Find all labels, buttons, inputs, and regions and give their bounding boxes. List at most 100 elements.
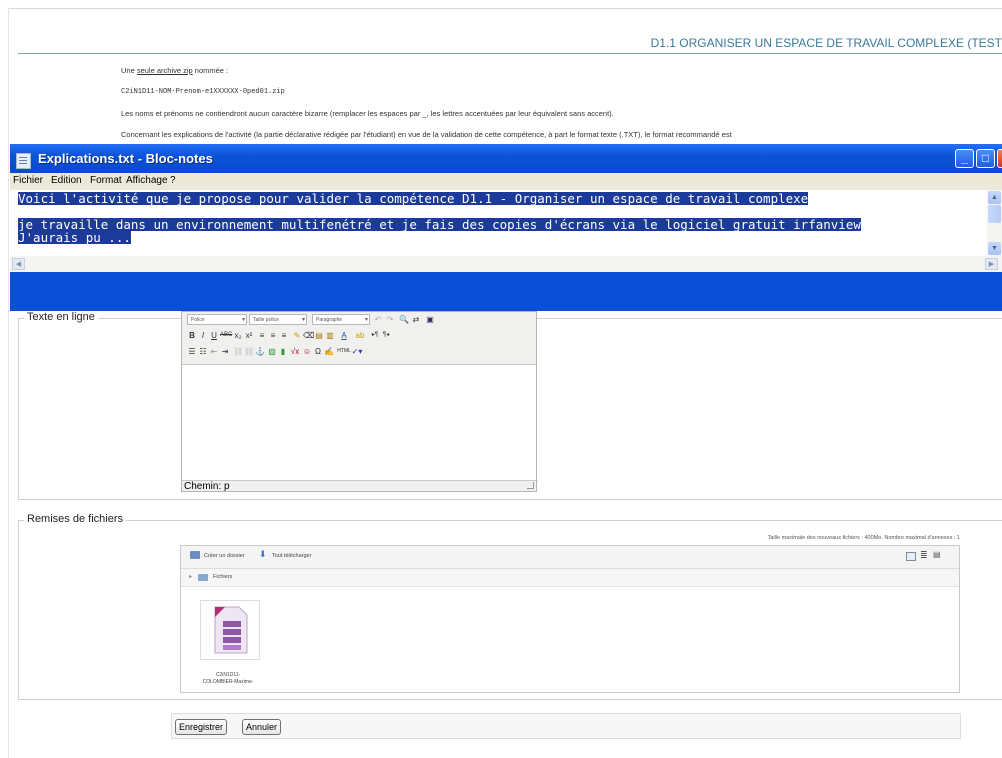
menu-affichage[interactable]: Affichage (126, 175, 168, 186)
text-line-2: je travaille dans un environnement multi… (18, 217, 861, 232)
instruction-line-3: Les noms et prénoms ne contiendront aucu… (121, 109, 614, 118)
underline-icon[interactable]: U (209, 330, 219, 341)
media-icon[interactable]: ▮ (278, 346, 288, 357)
replace-icon[interactable]: ⇄ (410, 314, 422, 325)
file-name-line-1: C2iN1D11- (215, 672, 241, 678)
close-button[interactable]: ✕ (997, 149, 1002, 168)
vertical-scrollbar[interactable]: ▲ ▼ (987, 190, 1002, 256)
instruction-line-4: Concernant les explications de l'activit… (121, 130, 732, 139)
redo-icon[interactable]: ↷ (384, 314, 396, 325)
indent-icon[interactable]: ⇥ (220, 346, 230, 357)
format-dropdown[interactable]: Paragraphe (312, 314, 370, 326)
notepad-text-area[interactable]: Voici l'activité que je propose pour val… (10, 190, 987, 256)
save-button[interactable]: Enregistrer (175, 719, 228, 735)
horizontal-scrollbar[interactable]: ◀ ▶ (10, 256, 1002, 272)
list-view-icon[interactable]: ≣ (920, 550, 928, 561)
unlink-icon[interactable]: ⛓ (244, 346, 254, 357)
instruction-text: Une (121, 66, 137, 75)
size-dropdown[interactable]: Taille police (249, 314, 307, 326)
editor-toolbar-row-3: ☰ ☷ ⇤ ⇥ ⛓ ⛓ ⚓ ▨ ▮ √x ☺ Ω ✍ HTML ✓▾ (185, 346, 533, 360)
editor-content-area[interactable] (182, 364, 536, 480)
scroll-thumb[interactable] (988, 205, 1001, 223)
equation-icon[interactable]: √x (289, 346, 301, 357)
align-center-icon[interactable]: ≡ (268, 330, 278, 341)
text-line-3: J'aurais pu ... (18, 230, 131, 245)
menu-help[interactable]: ? (170, 175, 176, 186)
expand-icon[interactable]: ▸ (189, 573, 192, 580)
link-icon[interactable]: ⛓ (233, 346, 243, 357)
outdent-icon[interactable]: ⇤ (209, 346, 219, 357)
page-heading-text: D1.1 ORGANISER UN ESPACE DE TRAVAIL COMP… (650, 36, 1002, 50)
page-heading: D1.1 ORGANISER UN ESPACE DE TRAVAIL COMP… (18, 36, 1002, 54)
folder-add-icon[interactable] (190, 551, 200, 559)
html-icon[interactable]: HTML (337, 346, 351, 357)
file-manager-path: ▸ Fichiers (181, 569, 959, 587)
minimize-button[interactable]: _ (955, 149, 974, 168)
archive-icon (214, 606, 248, 654)
bullet-list-icon[interactable]: ☰ (187, 346, 197, 357)
notepad-titlebar[interactable]: Explications.txt - Bloc-notes _ □ ✕ (10, 145, 1002, 173)
italic-icon[interactable]: I (198, 330, 208, 341)
texte-en-ligne-legend: Texte en ligne (24, 311, 98, 323)
paste-text-icon[interactable]: ▤ (314, 330, 324, 341)
instruction-link[interactable]: seule archive zip (137, 66, 193, 75)
download-all-link[interactable]: Tout télécharger (272, 553, 311, 559)
fullscreen-icon[interactable]: ▣ (424, 314, 436, 325)
tree-view-icon[interactable]: ▤ (933, 550, 941, 559)
font-dropdown[interactable]: Police (187, 314, 247, 326)
folder-icon (198, 574, 208, 581)
form-buttons: Enregistrer Annuler (171, 713, 961, 739)
scroll-left-icon[interactable]: ◀ (12, 258, 25, 270)
align-left-icon[interactable]: ≡ (257, 330, 267, 341)
download-icon[interactable]: ⬇ (259, 549, 267, 560)
rtl-icon[interactable]: ¶◂ (381, 330, 391, 341)
subscript-icon[interactable]: x₂ (233, 330, 243, 341)
file-manager: Créer un dossier ⬇ Tout télécharger ≣ ▤ … (180, 545, 960, 693)
undo-icon[interactable]: ↶ (372, 314, 384, 325)
text-color-icon[interactable]: A (337, 330, 351, 341)
instruction-line-1: Une seule archive zip nommée : (121, 66, 228, 75)
grid-view-icon[interactable] (906, 552, 916, 561)
filename-pattern: C2iN1D11-NOM-Prenom-e1XXXXXX-0ped01.zip (121, 88, 285, 96)
anchor-icon[interactable]: ⚓ (255, 346, 265, 357)
moodle-page: D1.1 ORGANISER UN ESPACE DE TRAVAIL COMP… (0, 0, 1002, 758)
paste-word-icon[interactable]: ▥ (325, 330, 335, 341)
scroll-up-icon[interactable]: ▲ (988, 191, 1001, 204)
text-line-1: Voici l'activité que je propose pour val… (18, 191, 809, 206)
path-root-link[interactable]: Fichiers (213, 574, 232, 580)
scroll-down-icon[interactable]: ▼ (988, 242, 1001, 255)
notepad-title: Explications.txt - Bloc-notes (38, 151, 213, 166)
create-folder-link[interactable]: Créer un dossier (204, 553, 245, 559)
rich-text-editor[interactable]: Police Taille police Paragraphe ↶ ↷ 🔍 ⇄ … (181, 311, 538, 492)
cleanup-icon[interactable]: ✎ (292, 330, 302, 341)
erase-icon[interactable]: ⌫ (303, 330, 314, 341)
resize-handle-icon[interactable] (527, 482, 534, 489)
zip-file-icon[interactable] (200, 600, 260, 660)
ltr-icon[interactable]: ▸¶ (370, 330, 380, 341)
special-char-icon[interactable]: Ω (313, 346, 323, 357)
left-divider (8, 8, 9, 758)
menu-fichier[interactable]: Fichier (13, 175, 43, 186)
file-manager-toolbar: Créer un dossier ⬇ Tout télécharger ≣ ▤ (181, 546, 959, 569)
find-icon[interactable]: 🔍 (398, 314, 410, 325)
editor-toolbar-row-2: B I U ABC x₂ x² ≡ ≡ ≡ ✎ ⌫ ▤ ▥ A ab ▸¶ ¶◂ (185, 330, 533, 344)
zip-file-name[interactable]: C2iN1D11- COLOMBIER-Maxime- (188, 672, 268, 686)
edit-icon[interactable]: ✍ (324, 346, 334, 357)
bg-color-icon[interactable]: ab (353, 330, 367, 341)
align-right-icon[interactable]: ≡ (279, 330, 289, 341)
strike-icon[interactable]: ABC (220, 330, 232, 341)
emoticon-icon[interactable]: ☺ (302, 346, 312, 357)
cancel-button[interactable]: Annuler (242, 719, 282, 735)
notepad-menubar: Fichier Edition Format Affichage ? (10, 173, 1002, 190)
notepad-window[interactable]: Explications.txt - Bloc-notes _ □ ✕ Fich… (10, 144, 1002, 311)
top-divider (8, 8, 1002, 9)
menu-format[interactable]: Format (90, 175, 122, 186)
maximize-button[interactable]: □ (976, 149, 995, 168)
spellcheck-icon[interactable]: ✓▾ (351, 346, 363, 357)
menu-edition[interactable]: Edition (51, 175, 82, 186)
bold-icon[interactable]: B (187, 330, 197, 341)
numbered-list-icon[interactable]: ☷ (198, 346, 208, 357)
superscript-icon[interactable]: x² (244, 330, 254, 341)
scroll-right-icon[interactable]: ▶ (985, 258, 998, 270)
image-icon[interactable]: ▨ (267, 346, 277, 357)
